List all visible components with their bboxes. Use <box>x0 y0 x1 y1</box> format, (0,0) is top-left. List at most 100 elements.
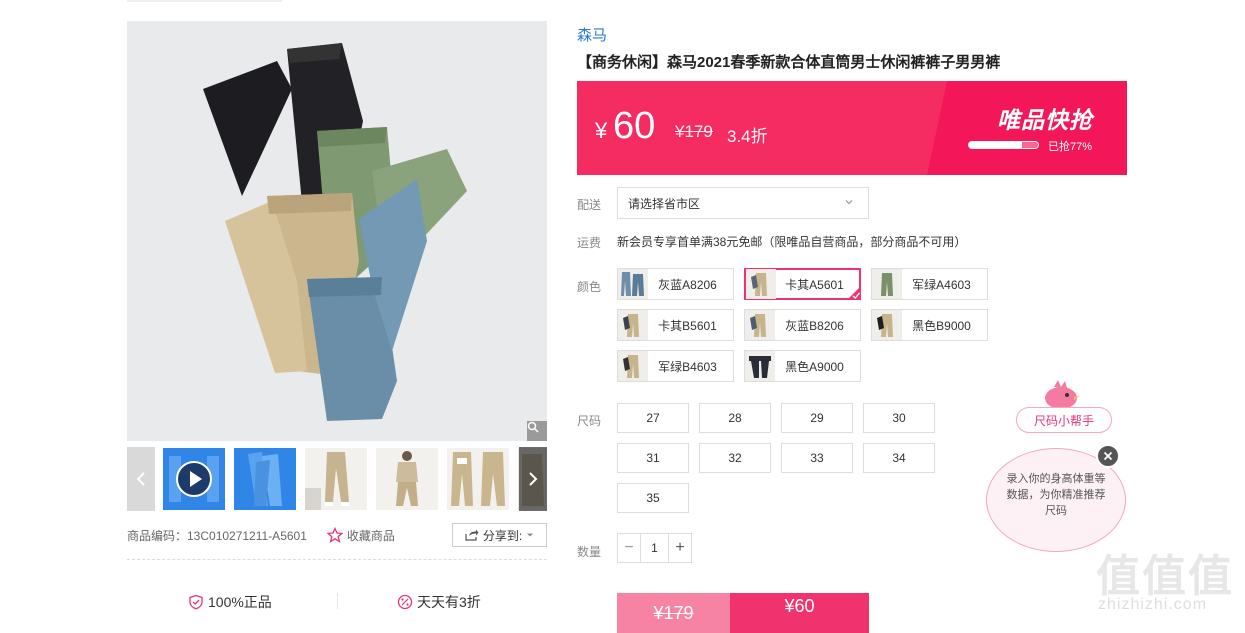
price-currency: ¥ <box>595 118 608 143</box>
size-helper-close-button[interactable] <box>1096 444 1120 468</box>
swatch-image <box>872 269 902 299</box>
color-option[interactable]: 军绿A4603 <box>871 268 988 300</box>
close-icon <box>1103 451 1113 461</box>
thumb-2[interactable] <box>234 448 296 510</box>
buy-now-button[interactable]: ¥60 <box>730 593 869 633</box>
color-option-label: 灰蓝B8206 <box>785 318 844 333</box>
thumb-3[interactable] <box>305 448 367 510</box>
size-option[interactable]: 29 <box>781 403 853 433</box>
color-option[interactable]: 军绿B4603 <box>617 350 734 382</box>
color-option-label: 卡其B5601 <box>658 318 717 333</box>
sale-price: 60 <box>613 105 656 147</box>
shipping-text: 新会员专享首单满38元免邮（限唯品自营商品，部分商品不可用） <box>617 235 967 249</box>
main-product-image[interactable] <box>127 21 547 441</box>
shipping-label: 运费 <box>577 236 602 250</box>
color-option-label: 军绿A4603 <box>912 277 971 292</box>
discount-rate: 3.4折 <box>727 127 768 146</box>
sold-progress-fill <box>969 142 1023 148</box>
share-label: 分享到: <box>482 528 523 543</box>
quantity-input[interactable]: 1 <box>640 534 669 562</box>
sold-progress-bar <box>968 141 1039 149</box>
region-select-value: 请选择省市区 <box>628 196 701 211</box>
shield-check-icon <box>189 594 203 610</box>
swatch-image <box>872 310 902 340</box>
guarantee-separator <box>337 593 338 609</box>
watermark: 值值值 <box>1096 552 1234 601</box>
color-option-selected[interactable]: 卡其A5601 <box>744 268 861 300</box>
size-option[interactable]: 28 <box>699 403 771 433</box>
price-banner: ¥ 60 ¥179 3.4折 唯品快抢 已抢77% <box>577 81 1127 175</box>
caret-down-icon <box>527 533 534 537</box>
thumb-prev-button[interactable] <box>127 447 155 511</box>
favorite-label: 收藏商品 <box>346 528 395 543</box>
size-option[interactable]: 27 <box>617 403 689 433</box>
chevron-left-icon <box>136 472 145 486</box>
swatch-image <box>745 310 775 340</box>
thumb-image <box>305 452 349 510</box>
watermark-url: zhizhizhi.com <box>1098 596 1208 613</box>
color-option[interactable]: 黑色A9000 <box>744 350 861 382</box>
guarantee-discount: 天天有3折 <box>397 592 481 612</box>
quantity-label: 数量 <box>577 545 602 559</box>
dashed-divider <box>127 559 547 560</box>
region-select[interactable]: 请选择省市区 <box>617 187 869 219</box>
color-option[interactable]: 灰蓝B8206 <box>744 309 861 341</box>
chevron-right-icon <box>529 472 538 486</box>
quantity-decrease-button[interactable]: − <box>618 534 640 562</box>
chevron-down-icon <box>845 200 853 205</box>
color-option-label: 军绿B4603 <box>658 359 717 374</box>
delivery-label: 配送 <box>577 198 602 212</box>
thumb-image <box>451 452 505 506</box>
favorite-button[interactable]: 收藏商品 <box>326 527 395 544</box>
size-label: 尺码 <box>577 414 602 428</box>
guarantee-authentic: 100%正品 <box>188 592 272 612</box>
size-helper-button[interactable]: 尺码小帮手 <box>1016 407 1112 433</box>
brand-link[interactable]: 森马 <box>577 24 607 45</box>
swatch-image <box>745 351 775 381</box>
original-price: ¥179 <box>675 122 713 141</box>
thumb-5[interactable] <box>447 448 509 510</box>
color-option[interactable]: 黑色B9000 <box>871 309 988 341</box>
color-option[interactable]: 灰蓝A8206 <box>617 268 734 300</box>
quantity-increase-button[interactable]: + <box>669 534 691 562</box>
swatch-image <box>618 351 648 381</box>
color-label: 颜色 <box>577 280 602 294</box>
percent-badge-icon <box>397 594 413 610</box>
thumb-image <box>248 452 282 506</box>
thumbnail-strip <box>127 447 547 511</box>
size-option[interactable]: 31 <box>617 443 689 473</box>
share-button[interactable]: 分享到: <box>452 523 547 547</box>
size-option[interactable]: 30 <box>863 403 935 433</box>
color-option[interactable]: 卡其B5601 <box>617 309 734 341</box>
thumb-image <box>396 451 418 506</box>
star-icon <box>326 527 343 543</box>
product-code: 商品编码：13C010271211-A5601 <box>127 528 307 543</box>
magnifier-icon <box>527 421 539 433</box>
color-option-label: 灰蓝A8206 <box>658 277 717 292</box>
swatch-image <box>746 269 776 299</box>
thumb-video[interactable] <box>163 448 225 510</box>
selected-check-icon <box>847 286 861 300</box>
thumb-4[interactable] <box>376 448 438 510</box>
swatch-image <box>618 310 648 340</box>
pants-photo <box>203 43 467 421</box>
size-option[interactable]: 35 <box>617 483 689 513</box>
bird-mascot-icon <box>1045 380 1080 409</box>
flash-sale-title: 唯品快抢 <box>997 107 1093 133</box>
swatch-image <box>618 269 648 299</box>
sold-progress-text: 已抢77% <box>1048 141 1093 153</box>
buy-original-price[interactable]: ¥179 <box>617 593 730 633</box>
size-option[interactable]: 32 <box>699 443 771 473</box>
zoom-button[interactable] <box>527 421 547 441</box>
top-divider <box>127 0 282 2</box>
thumb-next-button[interactable] <box>519 447 547 511</box>
product-meta-row: 商品编码：13C010271211-A5601 收藏商品 分享到: <box>127 523 547 547</box>
color-option-label: 黑色A9000 <box>785 359 844 374</box>
color-option-label: 黑色B9000 <box>912 318 971 333</box>
share-icon <box>465 529 479 541</box>
size-option[interactable]: 34 <box>863 443 935 473</box>
play-icon <box>169 456 219 502</box>
size-option[interactable]: 33 <box>781 443 853 473</box>
quantity-stepper: − 1 + <box>617 533 692 563</box>
guarantee-label: 天天有3折 <box>417 594 481 610</box>
